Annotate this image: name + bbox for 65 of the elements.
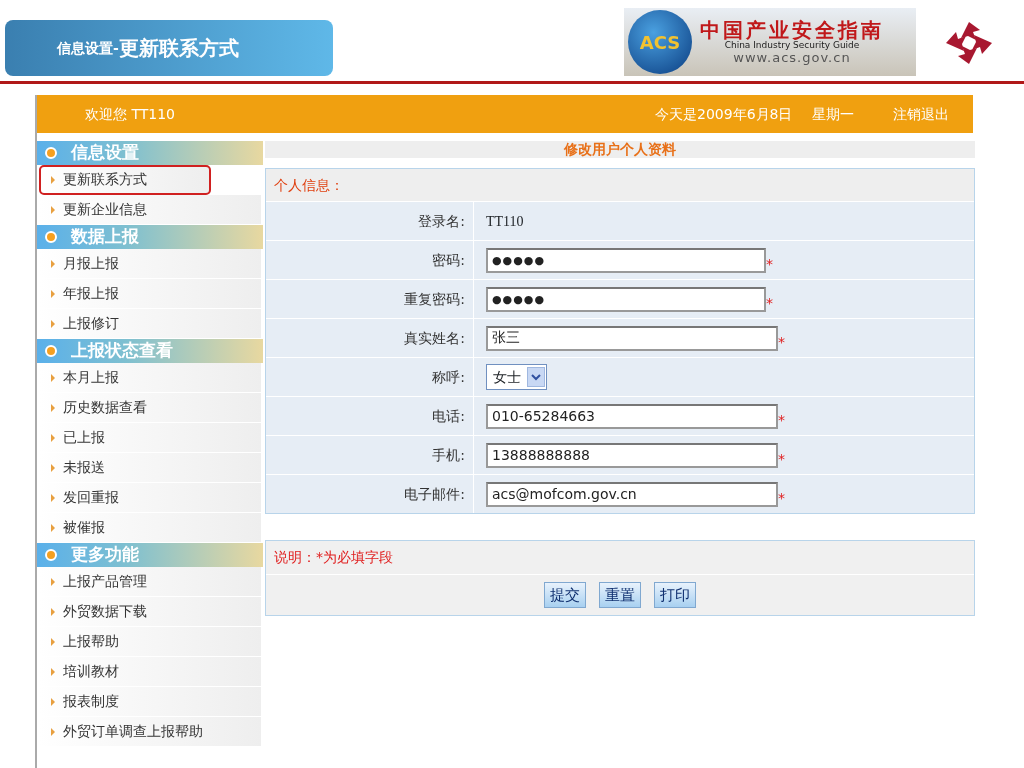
triangle-icon: [51, 403, 55, 412]
salutation-select[interactable]: 女士: [486, 364, 547, 390]
banner-subtitle: China Industry Security Guide: [724, 40, 860, 51]
section-title: 上报状态查看: [71, 339, 173, 363]
password-field[interactable]: ●●●●●: [486, 247, 766, 273]
globe-emblem: ACS: [628, 10, 692, 74]
field-label: 登录名:: [266, 202, 474, 240]
required-mark: *: [778, 410, 785, 430]
triangle-icon: [51, 727, 55, 736]
input-field[interactable]: 010-65284663: [486, 403, 778, 429]
bullet-icon: [45, 147, 57, 159]
login-name-value: TT110: [486, 212, 524, 231]
field-label: 真实姓名:: [266, 319, 474, 357]
required-mark: *: [766, 293, 773, 313]
triangle-icon: [51, 637, 55, 646]
input-field[interactable]: 13888888888: [486, 442, 778, 468]
triangle-icon: [51, 433, 55, 442]
slide-title-prefix: 信息设置-: [57, 38, 119, 58]
triangle-icon: [51, 697, 55, 706]
triangle-icon: [51, 577, 55, 586]
field-label: 手机:: [266, 436, 474, 474]
triangle-icon: [51, 373, 55, 382]
required-mark: *: [778, 449, 785, 469]
section-title: 信息设置: [71, 141, 139, 165]
triangle-icon: [51, 319, 55, 328]
section-heading: 个人信息：: [266, 169, 974, 201]
form-button[interactable]: 重置: [599, 581, 641, 608]
form-title: 修改用户个人资料: [265, 141, 975, 158]
welcome-text: 欢迎您 TT110: [85, 104, 176, 124]
section-title: 数据上报: [71, 225, 139, 249]
password-field[interactable]: ●●●●●: [486, 286, 766, 312]
triangle-icon: [51, 667, 55, 676]
bullet-icon: [45, 345, 57, 357]
date-text: 今天是2009年6月8日: [655, 104, 793, 124]
triangle-icon: [51, 607, 55, 616]
triangle-icon: [51, 493, 55, 502]
triangle-icon: [51, 463, 55, 472]
field-label: 密码:: [266, 241, 474, 279]
input-field[interactable]: acs@mofcom.gov.cn: [486, 481, 778, 507]
triangle-icon: [51, 289, 55, 298]
field-label: 电子邮件:: [266, 475, 474, 513]
field-label: 称呼:: [266, 358, 474, 396]
form-button[interactable]: 提交: [544, 581, 586, 608]
required-mark: *: [778, 488, 785, 508]
bullet-icon: [45, 231, 57, 243]
banner-title: 中国产业安全指南: [700, 18, 884, 41]
triangle-icon: [51, 523, 55, 532]
field-label: 重复密码:: [266, 280, 474, 318]
required-mark: *: [778, 332, 785, 352]
banner-url: www.acs.gov.cn: [733, 50, 851, 66]
arrows-logo-icon: [946, 22, 992, 64]
dropdown-caret-icon: [527, 367, 545, 387]
required-mark: *: [766, 254, 773, 274]
section-title: 更多功能: [71, 543, 139, 567]
triangle-icon: [51, 259, 55, 268]
input-field[interactable]: 张三: [486, 325, 778, 351]
required-note: 说明：*为必填字段: [266, 541, 974, 575]
sidebar-item[interactable]: 更新联系方式: [39, 165, 211, 195]
weekday-text: 星期一: [812, 104, 854, 124]
triangle-icon: [51, 205, 55, 214]
form-button[interactable]: 打印: [654, 581, 696, 608]
field-label: 电话:: [266, 397, 474, 435]
slide-title: 更新联系方式: [118, 35, 239, 62]
bullet-icon: [45, 549, 57, 561]
triangle-icon: [51, 175, 55, 184]
